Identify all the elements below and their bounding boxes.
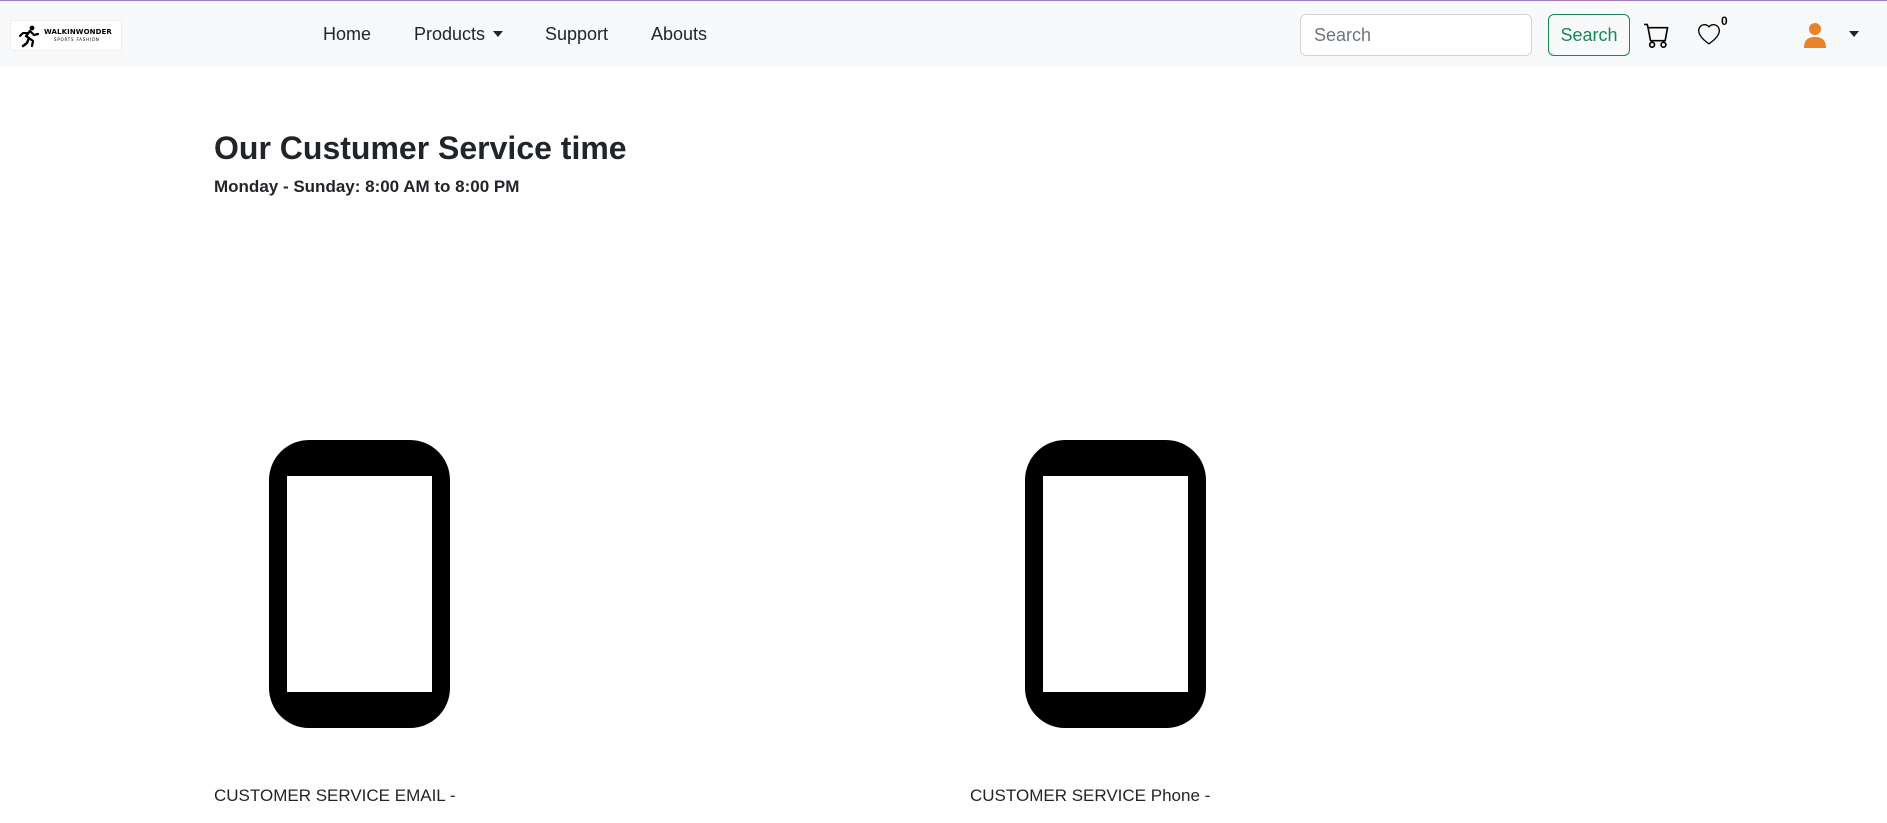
cart-icon[interactable]	[1644, 22, 1670, 48]
nav-support[interactable]: Support	[545, 24, 608, 45]
chevron-down-icon	[493, 31, 504, 37]
nav-abouts[interactable]: Abouts	[651, 24, 707, 45]
search-button[interactable]: Search	[1548, 14, 1630, 56]
account-dropdown-caret-icon[interactable]	[1849, 31, 1859, 37]
page-title: Our Custumer Service time	[214, 130, 627, 166]
phone-icon	[269, 440, 450, 728]
nav-home[interactable]: Home	[323, 24, 371, 45]
nav-products-label: Products	[414, 24, 486, 44]
phone-icon	[1025, 440, 1206, 728]
runner-logo-icon	[19, 25, 40, 47]
wishlist-count-badge: 0	[1721, 14, 1728, 28]
customer-service-phone-label: CUSTOMER SERVICE Phone -	[970, 786, 1211, 805]
brand-subtitle: SPORTS FASHION	[54, 37, 100, 42]
customer-service-email-label: CUSTOMER SERVICE EMAIL -	[214, 786, 456, 805]
navbar: WALKINWONDER SPORTS FASHION Home Product…	[0, 1, 1887, 67]
service-hours: Monday - Sunday: 8:00 AM to 8:00 PM	[214, 177, 520, 196]
brand-text: WALKINWONDER SPORTS FASHION	[44, 29, 112, 42]
search-input[interactable]	[1300, 14, 1532, 56]
brand-title: WALKINWONDER	[44, 28, 112, 36]
heart-icon[interactable]	[1697, 24, 1721, 46]
nav-products[interactable]: Products	[414, 24, 504, 45]
user-icon[interactable]	[1803, 22, 1827, 48]
brand-logo[interactable]: WALKINWONDER SPORTS FASHION	[10, 20, 122, 51]
